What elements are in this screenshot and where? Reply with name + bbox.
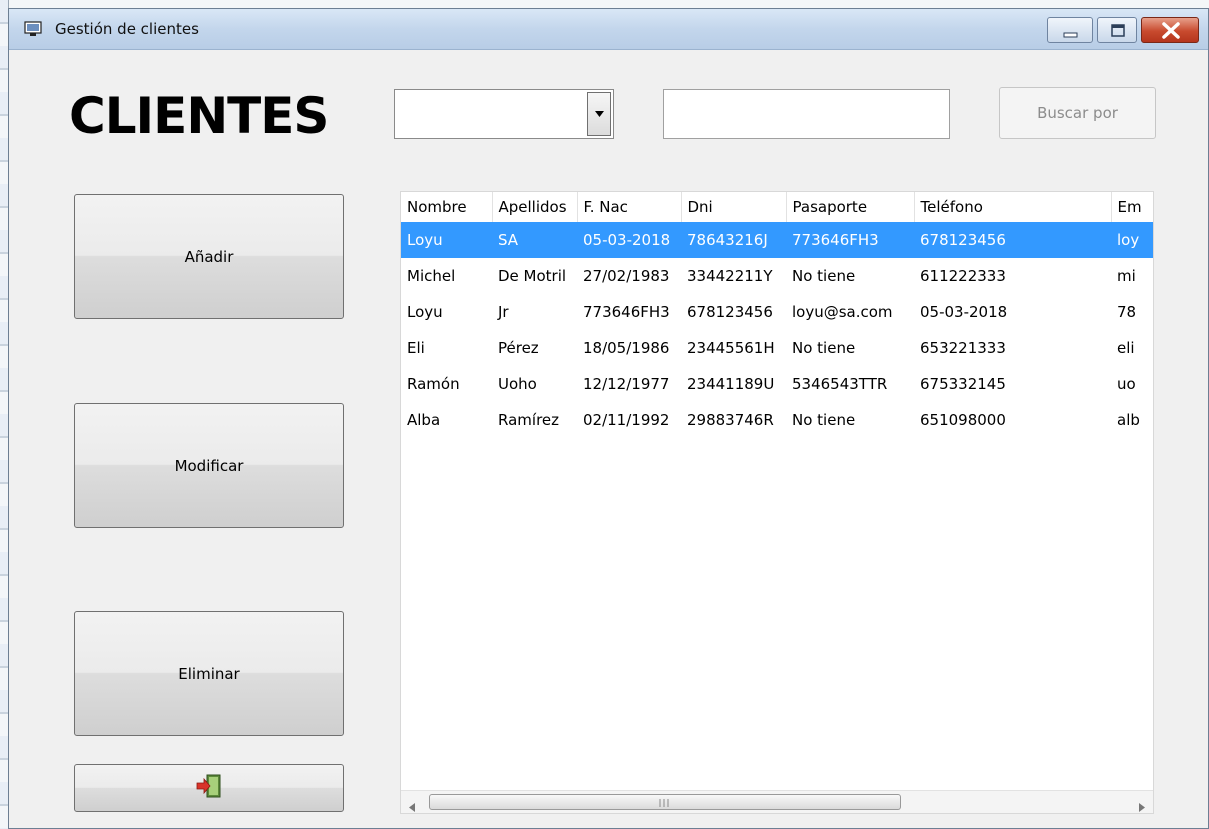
table-cell: Loyu bbox=[401, 222, 492, 258]
table-cell: Michel bbox=[407, 267, 456, 285]
table-cell: Alba bbox=[407, 411, 441, 429]
table-cell: 02/11/1992 bbox=[583, 411, 670, 429]
table-cell: 78 bbox=[1117, 303, 1137, 321]
table-row[interactable]: Loyu SA 05-03-2018 78643216J 773646FH3 678123… bbox=[401, 222, 1153, 258]
column-header[interactable]: F. Nac bbox=[577, 192, 682, 222]
horizontal-scrollbar[interactable] bbox=[401, 790, 1153, 813]
table-cell: 675332145 bbox=[920, 375, 1006, 393]
table-cell: Pérez bbox=[498, 339, 539, 357]
table-cell: Eli bbox=[407, 339, 425, 357]
table-cell: Ramírez bbox=[498, 411, 560, 429]
table-cell: Jr bbox=[498, 303, 509, 321]
table-cell: 12/12/1977 bbox=[583, 375, 670, 393]
table-cell: No tiene bbox=[792, 411, 856, 429]
table-cell: 773646FH3 bbox=[583, 303, 670, 321]
table-cell: 29883746R bbox=[687, 411, 774, 429]
table-cell: loy bbox=[1111, 222, 1153, 258]
table-cell: 23441189U bbox=[687, 375, 775, 393]
delete-client-label: Eliminar bbox=[178, 664, 240, 683]
modify-client-button[interactable]: Modificar bbox=[74, 403, 344, 528]
table-cell: 05-03-2018 bbox=[920, 303, 1008, 321]
maximize-button[interactable] bbox=[1097, 17, 1137, 43]
search-filter-dropdown[interactable] bbox=[394, 89, 614, 139]
close-button[interactable] bbox=[1141, 17, 1199, 43]
scroll-right-icon[interactable] bbox=[1139, 797, 1145, 813]
table-cell: mi bbox=[1117, 267, 1136, 285]
table-cell: 05-03-2018 bbox=[577, 222, 681, 258]
table-cell: 678123456 bbox=[687, 303, 773, 321]
table-cell: SA bbox=[492, 222, 577, 258]
window-title: Gestión de clientes bbox=[55, 20, 199, 38]
column-header[interactable]: Nombre bbox=[401, 192, 493, 222]
scroll-left-icon[interactable] bbox=[409, 797, 415, 813]
table-cell: 678123456 bbox=[914, 222, 1111, 258]
add-client-label: Añadir bbox=[184, 247, 234, 266]
app-icon bbox=[24, 21, 42, 37]
table-cell: 653221333 bbox=[920, 339, 1006, 357]
table-row[interactable]: Alba Ramírez 02/11/1992 29883746R No tiene 65… bbox=[401, 402, 1153, 438]
minimize-button[interactable] bbox=[1047, 17, 1093, 43]
table-cell: De Motril bbox=[498, 267, 567, 285]
table-cell: 5346543TTR bbox=[792, 375, 888, 393]
search-input[interactable] bbox=[663, 89, 950, 139]
table-cell: loyu@sa.com bbox=[792, 303, 893, 321]
table-cell: Uoho bbox=[498, 375, 537, 393]
search-button[interactable]: Buscar por bbox=[999, 87, 1156, 139]
table-cell: Ramón bbox=[407, 375, 460, 393]
column-header[interactable]: Dni bbox=[681, 192, 787, 222]
modify-client-label: Modificar bbox=[174, 456, 244, 475]
table-row[interactable]: Ramón Uoho 12/12/1977 23441189U 5346543TTR 67… bbox=[401, 366, 1153, 402]
exit-button[interactable] bbox=[74, 764, 344, 812]
desktop-background bbox=[0, 0, 1209, 8]
delete-client-button[interactable]: Eliminar bbox=[74, 611, 344, 736]
column-header[interactable]: Apellidos bbox=[492, 192, 578, 222]
table-header-row: Nombre Apellidos F. Nac Dni Pasaporte Teléfon… bbox=[401, 192, 1153, 222]
column-header[interactable]: Pasaporte bbox=[786, 192, 915, 222]
scrollbar-thumb[interactable] bbox=[429, 794, 901, 810]
clientes-window: Gestión de clientes CLIENTES Buscar por … bbox=[8, 8, 1209, 829]
exit-door-icon bbox=[196, 774, 222, 802]
clients-table[interactable]: Nombre Apellidos F. Nac Dni Pasaporte Teléfon… bbox=[400, 191, 1154, 814]
dropdown-toggle-button[interactable] bbox=[587, 92, 611, 136]
table-cell: No tiene bbox=[792, 267, 856, 285]
table-cell: alb bbox=[1117, 411, 1140, 429]
table-row[interactable]: Michel De Motril 27/02/1983 33442211Y No tie… bbox=[401, 258, 1153, 294]
table-cell: 773646FH3 bbox=[786, 222, 914, 258]
table-row[interactable]: Loyu Jr 773646FH3 678123456 loyu@sa.com 05-03… bbox=[401, 294, 1153, 330]
table-cell: 23445561H bbox=[687, 339, 775, 357]
column-header[interactable]: Em bbox=[1111, 192, 1153, 222]
table-cell: uo bbox=[1117, 375, 1136, 393]
table-cell: Loyu bbox=[407, 303, 443, 321]
table-cell: 78643216J bbox=[681, 222, 786, 258]
column-header[interactable]: Teléfono bbox=[914, 192, 1112, 222]
table-cell: 651098000 bbox=[920, 411, 1006, 429]
table-row[interactable]: Eli Pérez 18/05/1986 23445561H No tiene 65322… bbox=[401, 330, 1153, 366]
table-cell: 27/02/1983 bbox=[583, 267, 670, 285]
table-cell: 33442211Y bbox=[687, 267, 773, 285]
table-cell: No tiene bbox=[792, 339, 856, 357]
add-client-button[interactable]: Añadir bbox=[74, 194, 344, 319]
table-cell: 611222333 bbox=[920, 267, 1006, 285]
table-cell: 18/05/1986 bbox=[583, 339, 670, 357]
table-cell: eli bbox=[1117, 339, 1135, 357]
page-title: CLIENTES bbox=[69, 87, 329, 145]
title-bar[interactable]: Gestión de clientes bbox=[9, 9, 1208, 50]
